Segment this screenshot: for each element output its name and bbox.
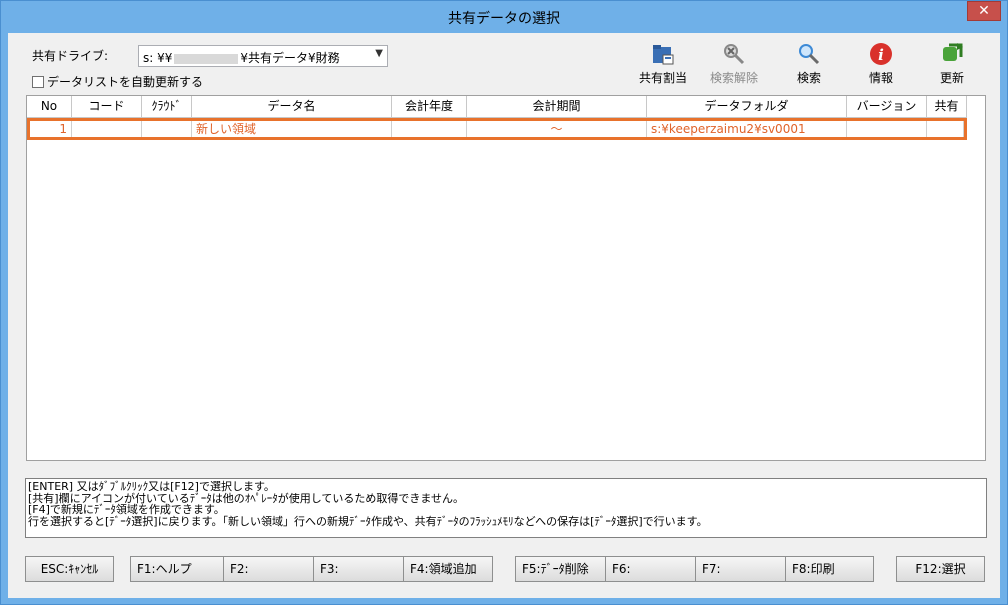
auto-refresh-label: データリストを自動更新する [47,75,204,89]
f8-print-button[interactable]: F8:印刷 [785,556,874,582]
help-text-box: [ENTER] 又はﾀﾞﾌﾞﾙｸﾘｯｸ又は[F12]で選択します。 [共有]欄に… [25,478,987,538]
window-title: 共有データの選択 [448,11,560,27]
grid-header: No コード ｸﾗｳﾄﾞ データ名 会計年度 会計期間 データフォルダ バージョ… [27,96,967,118]
cell-shared [927,121,964,137]
drive-value-prefix: s: ¥¥ [143,51,173,65]
title-bar[interactable]: 共有データの選択 ✕ [1,1,1007,33]
f3-button[interactable]: F3: [313,556,404,582]
search-clear-button[interactable]: 検索解除 [699,41,769,91]
help-line: 行を選択すると[ﾃﾞｰﾀ選択]に戻ります。「新しい領域」行への新規ﾃﾞｰﾀ作成や… [28,514,708,528]
cell-year [392,121,467,137]
checkbox-box[interactable] [32,75,44,88]
dialog-body: 共有ドライブ: s: ¥¥ ¥共有データ¥財務 ▼ データリストを自動更新する 共… [8,33,1000,598]
chevron-down-icon: ▼ [375,48,383,59]
info-button[interactable]: i 情報 [846,41,916,91]
refresh-icon [943,43,963,61]
cell-name: 新しい領域 [192,121,392,137]
help-line: [ENTER] 又はﾀﾞﾌﾞﾙｸﾘｯｸ又は[F12]で選択します。 [28,480,275,493]
drive-value-suffix: ¥共有データ¥財務 [240,51,340,65]
column-header-shared[interactable]: 共有 [927,96,967,118]
auto-refresh-checkbox[interactable]: データリストを自動更新する [32,73,203,90]
f12-select-button[interactable]: F12:選択 [896,556,985,582]
column-header-name[interactable]: データ名 [192,96,392,118]
search-button[interactable]: 検索 [774,41,844,91]
share-assign-label: 共有割当 [638,71,687,85]
data-grid[interactable]: No コード ｸﾗｳﾄﾞ データ名 会計年度 会計期間 データフォルダ バージョ… [26,95,986,461]
help-line: [F4]で新規にﾃﾞｰﾀ領域を作成できます。 [28,503,225,516]
f2-button[interactable]: F2: [223,556,314,582]
svg-text:i: i [878,46,884,64]
column-header-no[interactable]: No [27,96,72,118]
close-button[interactable]: ✕ [967,1,1001,21]
f5-delete-data-button[interactable]: F5:ﾃﾞｰﾀ削除 [515,556,606,582]
column-header-period[interactable]: 会計期間 [467,96,647,118]
cell-version [847,121,927,137]
refresh-button[interactable]: 更新 [917,41,987,91]
cell-code [72,121,142,137]
share-assign-button[interactable]: 共有割当 [628,41,698,91]
esc-cancel-button[interactable]: ESC:ｷｬﾝｾﾙ [25,556,114,582]
cell-cloud [142,121,192,137]
folder-share-icon [653,45,674,65]
column-header-code[interactable]: コード [72,96,142,118]
f4-add-area-button[interactable]: F4:領域追加 [403,556,493,582]
column-header-cloud[interactable]: ｸﾗｳﾄﾞ [142,96,192,118]
f6-button[interactable]: F6: [605,556,696,582]
search-icon [799,44,820,65]
table-row[interactable]: 1 新しい領域 ～ s:¥keeperzaimu2¥sv0001 [27,118,967,140]
column-header-version[interactable]: バージョン [847,96,927,118]
dialog-window: 共有データの選択 ✕ 共有ドライブ: s: ¥¥ ¥共有データ¥財務 ▼ データリ… [0,0,1008,605]
cell-folder: s:¥keeperzaimu2¥sv0001 [647,121,847,137]
info-label: 情報 [868,71,893,85]
masked-text [174,53,239,64]
search-label: 検索 [796,71,821,85]
column-header-year[interactable]: 会計年度 [392,96,467,118]
column-header-folder[interactable]: データフォルダ [647,96,847,118]
cell-period: ～ [467,121,647,137]
drive-label: 共有ドライブ: [32,49,109,63]
search-clear-label: 検索解除 [709,71,758,85]
cell-no: 1 [30,121,72,137]
f7-button[interactable]: F7: [695,556,786,582]
search-clear-icon [724,44,745,65]
f1-help-button[interactable]: F1:ヘルプ [130,556,224,582]
drive-select[interactable]: s: ¥¥ ¥共有データ¥財務 ▼ [138,45,388,67]
refresh-label: 更新 [939,71,964,85]
info-icon: i [870,43,892,65]
